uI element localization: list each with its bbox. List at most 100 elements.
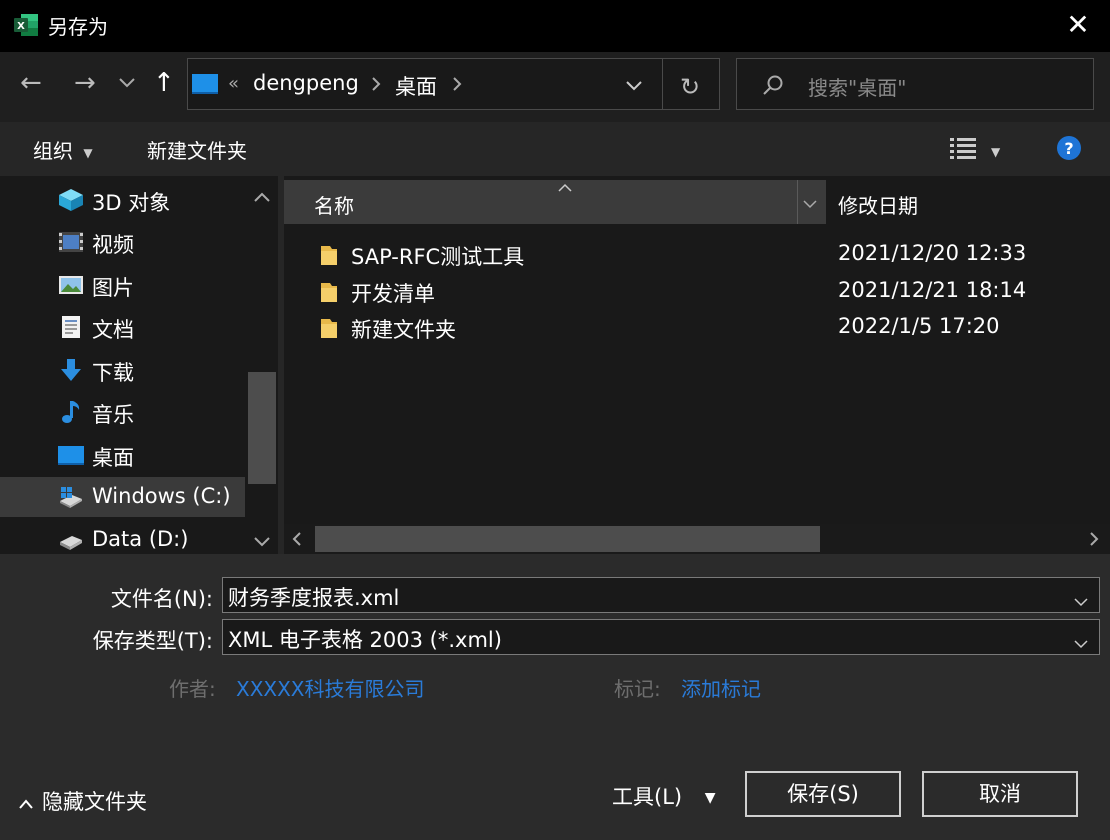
address-dropdown-icon[interactable] [624, 78, 644, 97]
back-arrow-icon[interactable]: ← [20, 68, 42, 98]
file-name: SAP-RFC测试工具 [351, 245, 525, 269]
search-icon [762, 74, 784, 100]
3d-objects-icon [58, 188, 84, 212]
view-options-caret-icon[interactable]: ▼ [991, 145, 1000, 159]
chevron-down-icon[interactable] [118, 75, 136, 94]
sidebar-item-label: Data (D:) [92, 527, 189, 551]
column-filter-icon[interactable] [802, 196, 818, 215]
navigation-pane-scrollbar[interactable] [246, 176, 278, 553]
file-list [284, 176, 1110, 553]
file-modified: 2021/12/21 18:14 [838, 278, 1027, 302]
documents-icon [58, 315, 84, 339]
chevron-down-icon[interactable] [1073, 632, 1089, 656]
filename-field[interactable]: 财务季度报表.xml [222, 577, 1100, 613]
file-row[interactable]: 开发清单 2021/12/21 18:14 [284, 274, 1110, 310]
sidebar-item-windows-c[interactable]: Windows (C:) [0, 477, 245, 517]
column-modified-label: 修改日期 [838, 194, 918, 218]
folder-icon [320, 280, 338, 302]
file-name: 开发清单 [351, 282, 435, 306]
add-tags-link[interactable]: 添加标记 [681, 673, 761, 702]
hide-folders-label: 隐藏文件夹 [42, 790, 147, 814]
file-name: 新建文件夹 [351, 318, 456, 342]
file-row[interactable]: 新建文件夹 2022/1/5 17:20 [284, 310, 1110, 346]
breadcrumb-dengpeng[interactable]: dengpeng [253, 71, 359, 95]
drive-d-icon [58, 528, 84, 552]
desktop-icon [58, 443, 84, 467]
sidebar-item-label: Windows (C:) [92, 484, 231, 508]
breadcrumb-separator-icon [370, 76, 382, 96]
sidebar-item-label: 3D 对象 [92, 191, 171, 215]
sidebar-item-label: 图片 [92, 276, 134, 300]
scroll-down-icon[interactable] [253, 533, 271, 552]
svg-text:?: ? [1064, 139, 1073, 158]
desktop-icon [192, 74, 218, 94]
sidebar-item-3d-objects[interactable]: 3D 对象 [0, 180, 245, 220]
window-title: 另存为 [48, 15, 108, 39]
column-header-name[interactable] [284, 180, 826, 224]
folder-icon [320, 316, 338, 338]
filename-label: 文件名(N): [110, 587, 213, 611]
filename-value: 财务季度报表.xml [228, 586, 400, 610]
scroll-left-icon[interactable] [291, 531, 303, 551]
path-prefix: « [228, 73, 240, 94]
tools-button[interactable]: 工具(L) ▼ [612, 781, 716, 811]
sidebar-item-pictures[interactable]: 图片 [0, 265, 245, 305]
search-input[interactable]: 搜索"桌面" [808, 72, 906, 101]
music-icon [58, 400, 84, 424]
sidebar-item-label: 视频 [92, 233, 134, 257]
cancel-button[interactable]: 取消 [922, 771, 1078, 817]
column-name-label: 名称 [314, 194, 354, 218]
breadcrumb-desktop[interactable]: 桌面 [395, 71, 437, 101]
save-button[interactable]: 保存(S) [745, 771, 901, 817]
organize-button[interactable]: 组织 ▼ [33, 135, 93, 164]
close-icon[interactable]: ✕ [1064, 8, 1092, 41]
new-folder-button[interactable]: 新建文件夹 [147, 135, 247, 164]
scroll-right-icon[interactable] [1088, 531, 1100, 551]
sidebar-item-label: 文档 [92, 318, 134, 342]
sort-ascending-icon [557, 178, 573, 197]
tools-label: 工具(L) [612, 785, 683, 809]
up-arrow-icon[interactable]: ↑ [153, 68, 175, 98]
view-details-icon[interactable] [950, 136, 976, 164]
sidebar-item-label: 下载 [92, 361, 134, 385]
scrollbar-thumb[interactable] [315, 526, 820, 552]
filetype-label: 保存类型(T): [92, 629, 213, 653]
chevron-up-icon [18, 791, 34, 815]
scroll-up-icon[interactable] [253, 188, 271, 207]
caret-down-icon: ▼ [704, 790, 716, 806]
chevron-down-icon[interactable] [1073, 590, 1089, 614]
breadcrumb-separator-icon [451, 76, 463, 96]
sidebar-item-videos[interactable]: 视频 [0, 222, 245, 262]
folder-icon [320, 243, 338, 265]
hide-folders-toggle[interactable]: 隐藏文件夹 [18, 786, 147, 816]
refresh-icon[interactable]: ↻ [680, 73, 700, 101]
sidebar-item-label: 音乐 [92, 403, 134, 427]
sidebar-item-downloads[interactable]: 下载 [0, 350, 245, 390]
file-modified: 2021/12/20 12:33 [838, 241, 1027, 265]
sidebar-item-documents[interactable]: 文档 [0, 307, 245, 347]
filetype-select[interactable]: XML 电子表格 2003 (*.xml) [222, 619, 1100, 655]
svg-text:X: X [17, 21, 25, 32]
address-divider [662, 59, 663, 109]
drive-c-icon [58, 485, 84, 509]
tags-label: 标记: [614, 677, 661, 701]
video-icon [58, 230, 84, 254]
author-value-link[interactable]: XXXXX科技有限公司 [236, 673, 425, 702]
pictures-icon [58, 273, 84, 297]
column-divider[interactable] [797, 180, 798, 224]
sidebar-item-music[interactable]: 音乐 [0, 392, 245, 432]
title-bar [0, 0, 1110, 52]
scrollbar-thumb[interactable] [248, 372, 276, 484]
file-modified: 2022/1/5 17:20 [838, 314, 1000, 338]
download-icon [58, 358, 84, 382]
file-row[interactable]: SAP-RFC测试工具 2021/12/20 12:33 [284, 237, 1110, 273]
author-label: 作者: [169, 677, 216, 701]
sidebar-item-label: 桌面 [92, 446, 134, 470]
forward-arrow-icon[interactable]: → [74, 68, 96, 98]
caret-down-icon: ▼ [83, 145, 93, 160]
search-box[interactable] [736, 58, 1094, 110]
filetype-value: XML 电子表格 2003 (*.xml) [228, 628, 502, 652]
help-icon[interactable]: ? [1056, 135, 1082, 165]
sidebar-item-desktop[interactable]: 桌面 [0, 435, 245, 475]
excel-icon: X [13, 12, 39, 38]
